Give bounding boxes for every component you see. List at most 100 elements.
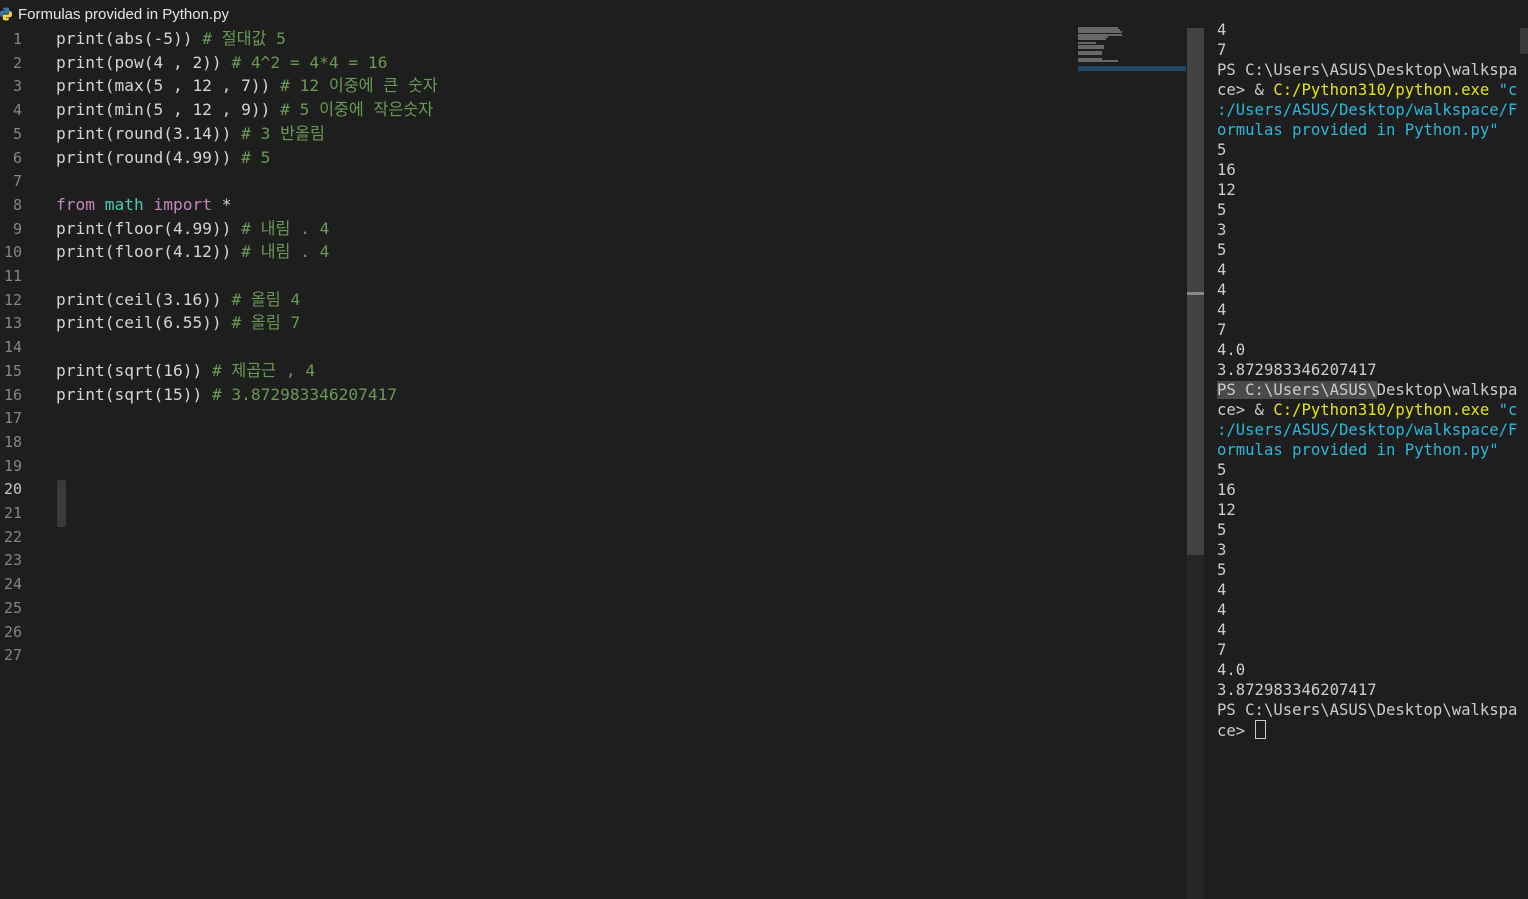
code-line[interactable]: 5 print(round(3.14)) # 3 반올림 xyxy=(0,122,1070,146)
code-line[interactable]: 8 from math import * xyxy=(0,193,1070,217)
code-line[interactable]: 12 print(ceil(3.16)) # 올림 4 xyxy=(0,288,1070,312)
line-number: 23 xyxy=(3,551,22,570)
line-number: 19 xyxy=(3,456,22,475)
line-number: 14 xyxy=(3,338,22,357)
terminal-text: PS C:\Users\ASUS\Desktop\walkspa xyxy=(1217,701,1518,719)
terminal-text: PS C:\Users\ASUS\Desktop\walkspa xyxy=(1217,61,1518,79)
terminal-line: 7 xyxy=(1217,40,1226,60)
line-number: 9 xyxy=(12,219,22,238)
code-line[interactable]: 26 xyxy=(0,620,1070,644)
terminal-text: 4 xyxy=(1217,601,1227,619)
code-line[interactable]: 4 print(min(5 , 12 , 9)) # 5 이중에 작은숫자 xyxy=(0,98,1070,122)
code-line[interactable]: 11 xyxy=(0,264,1070,288)
code-line[interactable]: 15 print(sqrt(16)) # 제곱근 , 4 xyxy=(0,359,1070,383)
code-editor[interactable]: Formulas provided in Python.py 1 print(ab… xyxy=(0,0,1188,899)
code-line[interactable]: 27 xyxy=(0,643,1070,667)
terminal-text: ormulas provided in Python.py" xyxy=(1217,121,1499,139)
code-line[interactable]: 24 xyxy=(0,572,1070,596)
code-line[interactable]: 6 print(round(4.99)) # 5 xyxy=(0,146,1070,170)
terminal-scrollbar-thumb[interactable] xyxy=(1520,28,1528,54)
line-number: 5 xyxy=(12,124,22,143)
code-comment: # 5 이중에 작은숫자 xyxy=(280,100,434,120)
terminal-text: 12 xyxy=(1217,181,1236,199)
line-number: 24 xyxy=(3,575,22,594)
terminal-line: 16 xyxy=(1217,160,1236,180)
terminal-text: 16 xyxy=(1217,161,1236,179)
terminal-text: 3.872983346207417 xyxy=(1217,681,1377,699)
code-line[interactable]: 7 xyxy=(0,169,1070,193)
code-line[interactable]: 23 xyxy=(0,548,1070,572)
terminal-line: 5 xyxy=(1217,240,1226,260)
terminal-text: 4 xyxy=(1217,281,1227,299)
code-comment: # 3.872983346207417 xyxy=(211,384,398,404)
terminal-panel[interactable]: 4 7 PS C:\Users\ASUS\Desktop\walkspa ce> & … xyxy=(1204,0,1528,899)
code-keyword: from xyxy=(56,194,95,214)
terminal-line: 4 xyxy=(1217,600,1226,620)
python-file-icon xyxy=(0,7,12,21)
code-token: print(abs(-5)) xyxy=(56,29,203,48)
minimap-slider[interactable] xyxy=(1078,66,1186,71)
code-line[interactable]: 2 print(pow(4 , 2)) # 4^2 = 4*4 = 16 xyxy=(0,51,1070,75)
terminal-text: 3 xyxy=(1217,541,1227,559)
terminal-text: 3 xyxy=(1217,221,1227,239)
code-line[interactable]: 1 print(abs(-5)) # 절대값 5 xyxy=(0,27,1070,51)
file-title[interactable]: Formulas provided in Python.py xyxy=(18,6,229,23)
code-token: print(round(3.14)) xyxy=(56,123,242,143)
terminal-text: 5 xyxy=(1217,521,1227,539)
code-line[interactable]: 25 xyxy=(0,596,1070,620)
code-line[interactable]: 16 print(sqrt(15)) # 3.872983346207417 xyxy=(0,383,1070,407)
terminal-text: 5 xyxy=(1217,141,1227,159)
terminal-text: ce> & xyxy=(1217,401,1274,419)
current-line-highlight xyxy=(57,480,66,527)
line-number: 17 xyxy=(3,409,22,428)
line-number: 12 xyxy=(3,290,22,309)
minimap-line xyxy=(1078,46,1104,49)
code-line[interactable]: 22 xyxy=(0,525,1070,549)
terminal-line: :/Users/ASUS/Desktop/walkspace/F xyxy=(1217,420,1517,440)
terminal-line: 4 xyxy=(1217,580,1226,600)
terminal-line: PS C:\Users\ASUS\Desktop\walkspa xyxy=(1217,700,1517,720)
terminal-text: 5 xyxy=(1217,201,1227,219)
code-line[interactable]: 21 xyxy=(0,501,1070,525)
code-text: print(sqrt(15)) # 3.872983346207417 xyxy=(56,383,397,407)
terminal-line: 12 xyxy=(1217,500,1236,520)
code-token: print(ceil(3.16)) xyxy=(56,289,232,309)
line-number: 25 xyxy=(3,598,22,617)
line-number: 3 xyxy=(12,77,22,96)
terminal-cursor[interactable] xyxy=(1254,720,1266,739)
terminal-text: 4 xyxy=(1217,621,1227,639)
terminal-text: 5 xyxy=(1217,461,1227,479)
code-line[interactable]: 10 print(floor(4.12)) # 내림 . 4 xyxy=(0,240,1070,264)
code-text: print(floor(4.99)) # 내림 . 4 xyxy=(56,217,329,241)
code-text: print(sqrt(16)) # 제곱근 , 4 xyxy=(56,359,315,383)
terminal-text: "c xyxy=(1489,401,1518,419)
line-number: 26 xyxy=(3,622,22,641)
code-token: print(sqrt(16)) xyxy=(56,360,212,380)
code-text: from math import * xyxy=(56,193,231,217)
line-number: 21 xyxy=(3,504,22,522)
terminal-line: 3.872983346207417 xyxy=(1217,680,1377,700)
minimap-line xyxy=(1078,53,1102,56)
terminal-text: 4 xyxy=(1217,581,1227,599)
code-line[interactable]: 20 xyxy=(0,477,1070,501)
code-token: * xyxy=(211,194,232,214)
code-line[interactable]: 9 print(floor(4.99)) # 내림 . 4 xyxy=(0,217,1070,241)
line-number: 2 xyxy=(12,53,22,72)
code-line[interactable]: 19 xyxy=(0,454,1070,478)
code-comment: # 4^2 = 4*4 = 16 xyxy=(231,52,388,72)
code-text: print(pow(4 , 2)) # 4^2 = 4*4 = 16 xyxy=(56,51,387,75)
terminal-line: ormulas provided in Python.py" xyxy=(1217,440,1499,460)
code-line[interactable]: 18 xyxy=(0,430,1070,454)
line-number: 8 xyxy=(12,195,22,214)
code-line[interactable]: 17 xyxy=(0,406,1070,430)
line-number: 15 xyxy=(3,361,22,380)
terminal-text: 12 xyxy=(1217,501,1236,519)
line-number: 6 xyxy=(12,148,22,167)
code-line[interactable]: 13 print(ceil(6.55)) # 올림 7 xyxy=(0,311,1070,335)
minimap-line xyxy=(1078,60,1118,62)
line-number: 27 xyxy=(3,646,22,665)
code-line[interactable]: 14 xyxy=(0,335,1070,359)
code-module: math xyxy=(104,194,144,214)
code-line[interactable]: 3 print(max(5 , 12 , 7)) # 12 이중에 큰 숫자 xyxy=(0,74,1070,98)
